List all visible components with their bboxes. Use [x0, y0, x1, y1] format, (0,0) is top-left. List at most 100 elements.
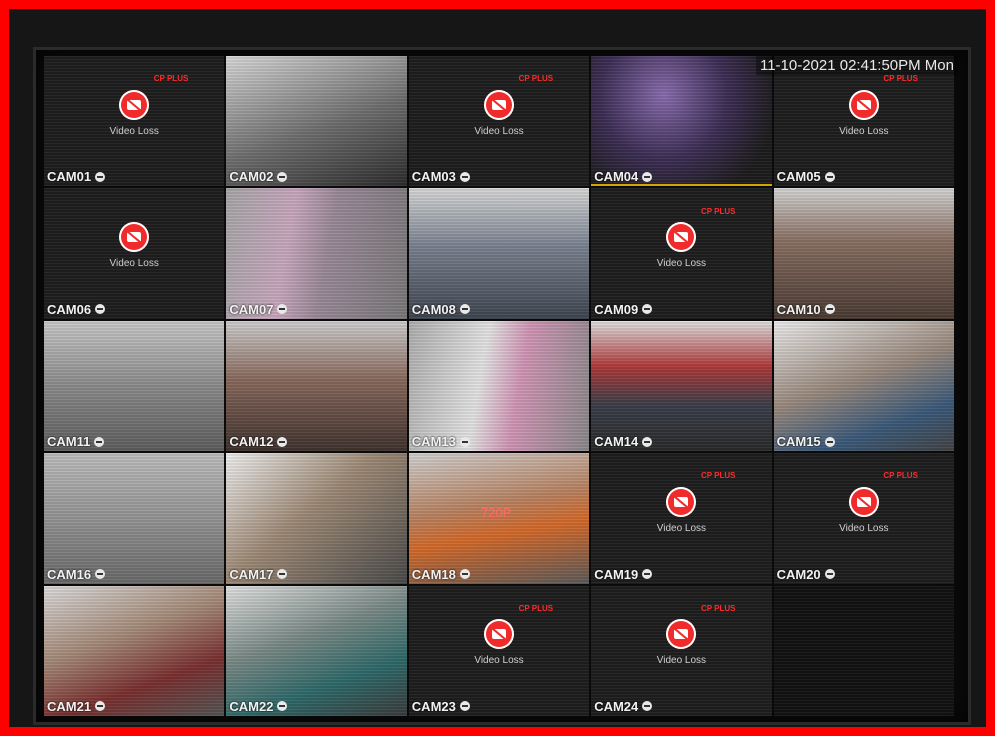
ptz-icon — [459, 569, 470, 580]
video-loss-text: Video Loss — [656, 258, 707, 270]
camera-tile-cam04[interactable]: CAM04 — [591, 56, 772, 187]
brand-logo: CP PLUS — [518, 603, 554, 613]
ptz-icon — [459, 304, 470, 315]
osd-datetime: 11-10-2021 02:41:50PM Mon — [755, 56, 958, 75]
video-loss-icon — [666, 222, 697, 253]
camera-tile-cam19[interactable]: CP PLUS Video Loss CAM19 — [591, 453, 772, 584]
camera-tile-cam24[interactable]: CP PLUS Video Loss CAM24 — [591, 585, 772, 716]
photo-frame: 11-10-2021 02:41:50PM Mon CP PLUS Video … — [9, 9, 986, 727]
video-loss-icon — [483, 89, 514, 120]
camera-label: CAM18 — [412, 567, 470, 582]
camera-label: CAM14 — [594, 434, 653, 449]
ptz-icon — [459, 701, 470, 712]
video-loss-text: Video Loss — [109, 258, 159, 270]
camera-tile-cam22[interactable]: CAM22 — [226, 585, 407, 716]
ptz-icon — [642, 569, 653, 580]
camera-label: CAM13 — [412, 434, 470, 449]
ptz-icon — [824, 171, 835, 182]
video-loss-text: Video Loss — [656, 523, 707, 535]
camera-tile-cam11[interactable]: CAM11 — [44, 320, 225, 452]
camera-label: CAM21 — [47, 699, 106, 714]
brand-logo: CP PLUS — [153, 74, 189, 84]
camera-grid: CP PLUS Video Loss CAM01 CAM02 CP PLUS V… — [44, 56, 954, 716]
ptz-icon — [824, 304, 835, 315]
ptz-icon — [277, 569, 288, 580]
camera-tile-cam03[interactable]: CP PLUS Video Loss CAM03 — [408, 56, 590, 187]
camera-tile-cam01[interactable]: CP PLUS Video Loss CAM01 — [44, 56, 225, 187]
brand-logo: CP PLUS — [883, 471, 918, 481]
camera-tile-cam20[interactable]: CP PLUS Video Loss CAM20 — [773, 453, 954, 584]
camera-tile-cam06[interactable]: Video Loss CAM06 — [44, 188, 225, 319]
camera-tile-cam16[interactable]: CAM16 — [44, 453, 225, 584]
camera-label: CAM24 — [594, 699, 653, 714]
camera-label: CAM06 — [47, 302, 106, 317]
ptz-icon — [95, 569, 106, 580]
camera-tile-cam05[interactable]: CP PLUS Video Loss CAM05 — [773, 56, 954, 187]
camera-tile-cam02[interactable]: CAM02 — [226, 56, 407, 187]
camera-tile-cam21[interactable]: CAM21 — [44, 585, 225, 716]
ptz-icon — [642, 701, 653, 712]
camera-tile-cam23[interactable]: CP PLUS Video Loss CAM23 — [408, 585, 590, 716]
ptz-icon — [95, 304, 106, 315]
ptz-icon — [642, 436, 653, 447]
brand-logo: CP PLUS — [700, 471, 736, 481]
camera-label: CAM10 — [777, 302, 835, 317]
video-loss-icon — [119, 222, 150, 253]
camera-label: CAM01 — [47, 169, 106, 184]
video-loss-text: Video Loss — [109, 125, 159, 137]
camera-label: CAM04 — [594, 169, 653, 184]
camera-tile-cam17[interactable]: CAM17 — [226, 453, 407, 584]
camera-label: CAM08 — [412, 302, 470, 317]
camera-tile-cam10[interactable]: CAM10 — [773, 188, 954, 319]
camera-label: CAM20 — [777, 567, 835, 582]
camera-label: CAM17 — [229, 567, 288, 582]
video-loss-text: Video Loss — [839, 523, 889, 535]
resolution-overlay: 720P — [480, 505, 512, 521]
camera-tile-cam15[interactable]: CAM15 — [773, 320, 954, 452]
camera-label: CAM05 — [777, 169, 835, 184]
ptz-icon — [459, 436, 470, 447]
camera-tile-cam14[interactable]: CAM14 — [591, 320, 772, 452]
ptz-icon — [95, 171, 106, 182]
video-loss-icon — [666, 487, 697, 518]
ptz-icon — [94, 436, 105, 447]
ptz-icon — [277, 304, 288, 315]
camera-label: CAM15 — [777, 434, 835, 449]
ptz-icon — [277, 436, 288, 447]
video-loss-text: Video Loss — [474, 125, 524, 137]
camera-label: CAM22 — [229, 699, 288, 714]
camera-tile-cam13[interactable]: CAM13 — [408, 320, 590, 452]
camera-tile-cam07[interactable]: CAM07 — [226, 188, 407, 319]
camera-label: CAM09 — [594, 302, 653, 317]
dvr-monitor: 11-10-2021 02:41:50PM Mon CP PLUS Video … — [33, 47, 971, 725]
video-loss-text: Video Loss — [656, 655, 707, 667]
camera-label: CAM16 — [47, 567, 106, 582]
ptz-icon — [459, 171, 470, 182]
ptz-icon — [277, 701, 288, 712]
camera-tile-cam09[interactable]: CP PLUS Video Loss CAM09 — [591, 188, 772, 319]
selected-indicator — [591, 184, 772, 187]
ptz-icon — [824, 569, 835, 580]
camera-label: CAM02 — [229, 169, 288, 184]
camera-tile-cam18[interactable]: 720P CAM18 — [408, 453, 590, 584]
video-loss-icon — [483, 619, 514, 650]
camera-label: CAM19 — [594, 567, 653, 582]
camera-label: CAM12 — [229, 434, 288, 449]
brand-logo: CP PLUS — [700, 206, 736, 216]
ptz-icon — [277, 171, 288, 182]
video-loss-icon — [119, 89, 150, 120]
video-loss-icon — [666, 619, 697, 650]
ptz-icon — [824, 436, 835, 447]
ptz-icon — [642, 304, 653, 315]
video-loss-text: Video Loss — [474, 655, 524, 667]
ptz-icon — [95, 701, 106, 712]
video-loss-text: Video Loss — [839, 125, 889, 137]
empty-tile — [773, 585, 954, 716]
brand-logo: CP PLUS — [518, 74, 554, 84]
camera-tile-cam12[interactable]: CAM12 — [226, 320, 407, 452]
camera-label: CAM23 — [412, 699, 470, 714]
video-loss-icon — [848, 487, 879, 518]
camera-tile-cam08[interactable]: CAM08 — [408, 188, 590, 319]
brand-logo: CP PLUS — [700, 603, 736, 613]
camera-label: CAM11 — [47, 434, 105, 449]
